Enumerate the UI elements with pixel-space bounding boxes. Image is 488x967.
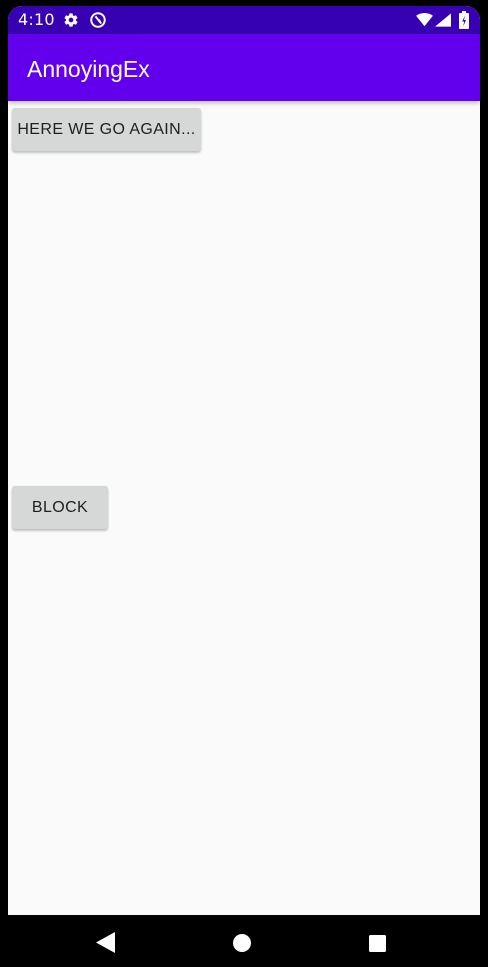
signal-icon — [435, 13, 451, 27]
app-title: AnnoyingEx — [27, 56, 150, 82]
recents-icon[interactable] — [369, 935, 386, 952]
block-button[interactable]: BLOCK — [12, 486, 108, 529]
app-screen: 4:10 AnnoyingEx HERE WE GO AGAIN... BLOC… — [8, 6, 480, 915]
battery-icon — [459, 11, 469, 29]
home-icon[interactable] — [233, 934, 251, 952]
back-icon[interactable] — [96, 932, 115, 953]
wifi-icon — [416, 13, 433, 27]
navigation-bar — [0, 915, 488, 967]
app-bar: AnnoyingEx — [8, 34, 480, 101]
sync-icon — [90, 12, 106, 28]
here-we-go-again-button[interactable]: HERE WE GO AGAIN... — [12, 108, 201, 151]
gear-icon — [64, 13, 78, 27]
status-time: 4:10 — [18, 10, 55, 29]
status-bar: 4:10 — [8, 6, 480, 34]
phone-frame: 4:10 AnnoyingEx HERE WE GO AGAIN... BLOC… — [0, 0, 488, 967]
